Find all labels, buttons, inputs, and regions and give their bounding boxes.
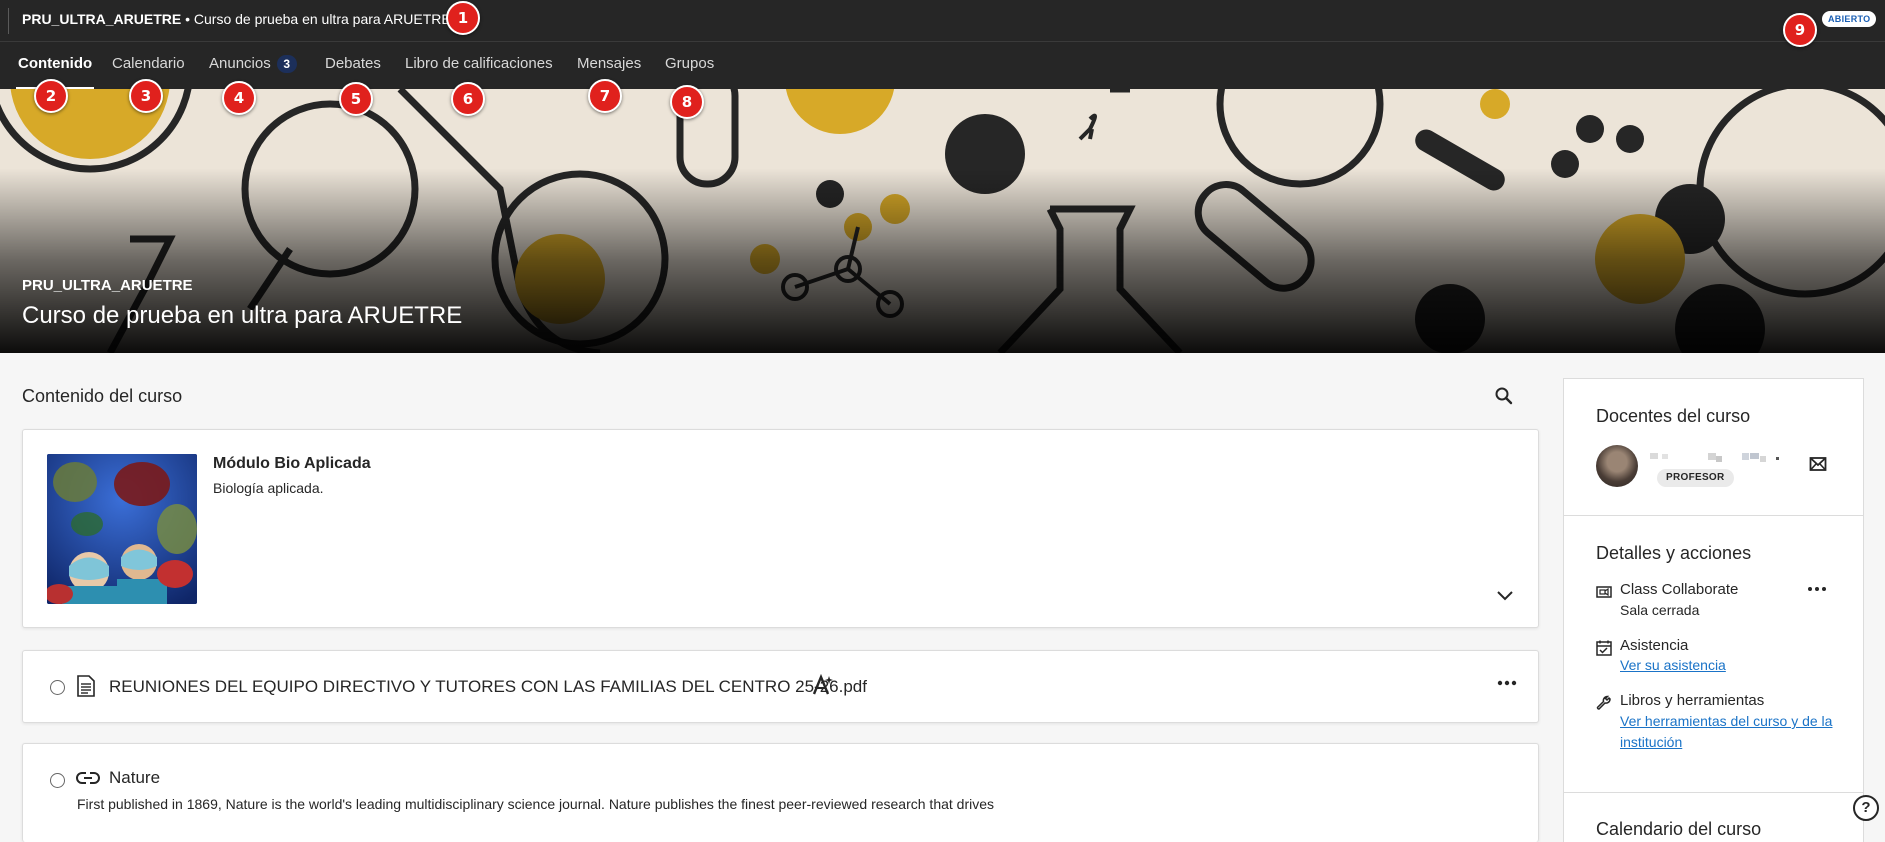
module-title[interactable]: Módulo Bio Aplicada <box>213 455 371 473</box>
link-item[interactable]: Nature First published in 1869, Nature i… <box>22 743 1539 842</box>
more-options-button[interactable] <box>1495 677 1519 693</box>
link-description: First published in 1869, Nature is the w… <box>77 796 995 812</box>
search-icon <box>1495 387 1513 405</box>
chevron-down-icon <box>1497 591 1513 601</box>
ellipsis-icon <box>1808 587 1826 591</box>
module-description: Biología aplicada. <box>213 480 324 496</box>
title-separator: • <box>181 11 194 27</box>
annotation-marker-5: 5 <box>339 82 373 116</box>
divider <box>1564 515 1863 516</box>
tab-libro-calificaciones[interactable]: Libro de calificaciones <box>405 55 553 72</box>
document-item[interactable]: REUNIONES DEL EQUIPO DIRECTIVO Y TUTORES… <box>22 650 1539 723</box>
teachers-title: Docentes del curso <box>1596 406 1751 426</box>
module-card[interactable]: Módulo Bio Aplicada Biología aplicada. <box>22 429 1539 628</box>
annotation-marker-8: 8 <box>670 85 704 119</box>
tab-grupos[interactable]: Grupos <box>665 55 714 72</box>
unread-count-badge: 3 <box>276 55 297 73</box>
course-code: PRU_ULTRA_ARUETRE <box>22 11 182 27</box>
ellipsis-icon <box>1497 680 1517 686</box>
top-bar: PRU_ULTRA_ARUETRE • Curso de prueba en u… <box>0 0 1885 42</box>
course-banner: PRU_ULTRA_ARUETRE Curso de prueba en ult… <box>0 89 1885 353</box>
help-button[interactable]: ? <box>1853 795 1879 821</box>
annotation-marker-4: 4 <box>222 81 256 115</box>
attendance-icon <box>1596 640 1612 656</box>
tab-contenido[interactable]: Contenido <box>15 55 95 90</box>
course-navigation: Contenido Calendario Anuncios 3 Debates L… <box>0 42 1885 90</box>
document-icon <box>77 675 95 697</box>
course-sidebar: Docentes del curso PROFESOR Detalles y a… <box>1563 378 1864 842</box>
annotation-marker-2: 2 <box>34 79 68 113</box>
expand-module-button[interactable] <box>1495 585 1515 605</box>
progress-status-icon[interactable] <box>50 773 65 788</box>
message-teacher-button[interactable] <box>1809 456 1827 472</box>
banner-course-name: Curso de prueba en ultra para ARUETRE <box>22 302 463 329</box>
tab-debates[interactable]: Debates <box>325 55 381 72</box>
teacher-name-redacted <box>1650 453 1779 462</box>
collaborate-status: Sala cerrada <box>1620 602 1700 618</box>
divider <box>8 8 9 34</box>
attendance-label: Asistencia <box>1620 637 1689 654</box>
ally-accessibility-icon[interactable] <box>812 674 834 696</box>
collaborate-icon <box>1596 586 1612 598</box>
annotation-marker-9: 9 <box>1783 13 1817 47</box>
tab-anuncios-label: Anuncios <box>209 55 271 72</box>
view-attendance-link[interactable]: Ver su asistencia <box>1620 655 1840 676</box>
link-title[interactable]: Nature <box>109 768 160 788</box>
teacher-role-badge: PROFESOR <box>1657 469 1734 487</box>
module-thumbnail <box>47 454 197 604</box>
details-title: Detalles y acciones <box>1596 543 1752 563</box>
collaborate-options-button[interactable] <box>1805 582 1829 598</box>
avatar[interactable] <box>1596 445 1638 487</box>
class-collaborate-label[interactable]: Class Collaborate <box>1620 581 1738 598</box>
course-status-badge: ABIERTO <box>1822 11 1877 27</box>
tab-calendario[interactable]: Calendario <box>112 55 185 72</box>
course-name: Curso de prueba en ultra para ARUETRE <box>193 11 451 27</box>
course-content-title: Contenido del curso <box>22 386 183 406</box>
envelope-icon <box>1809 457 1827 471</box>
annotation-marker-1: 1 <box>446 1 480 35</box>
view-tools-link[interactable]: Ver herramientas del curso y de la insti… <box>1620 711 1840 753</box>
tab-mensajes[interactable]: Mensajes <box>577 55 641 72</box>
annotation-marker-6: 6 <box>451 82 485 116</box>
tab-anuncios[interactable]: Anuncios 3 <box>209 55 297 73</box>
banner-course-code: PRU_ULTRA_ARUETRE <box>22 277 193 294</box>
annotation-marker-3: 3 <box>129 79 163 113</box>
search-button[interactable] <box>1494 386 1516 408</box>
annotation-marker-7: 7 <box>588 79 622 113</box>
books-tools-label: Libros y herramientas <box>1620 692 1765 709</box>
link-icon <box>76 772 100 784</box>
wrench-icon <box>1596 695 1611 710</box>
divider <box>1564 792 1863 793</box>
help-icon: ? <box>1861 799 1871 816</box>
course-title-header: PRU_ULTRA_ARUETRE • Curso de prueba en u… <box>22 11 451 27</box>
document-title[interactable]: REUNIONES DEL EQUIPO DIRECTIVO Y TUTORES… <box>109 677 867 697</box>
calendar-title: Calendario del curso <box>1596 819 1762 839</box>
progress-status-icon[interactable] <box>50 680 65 695</box>
